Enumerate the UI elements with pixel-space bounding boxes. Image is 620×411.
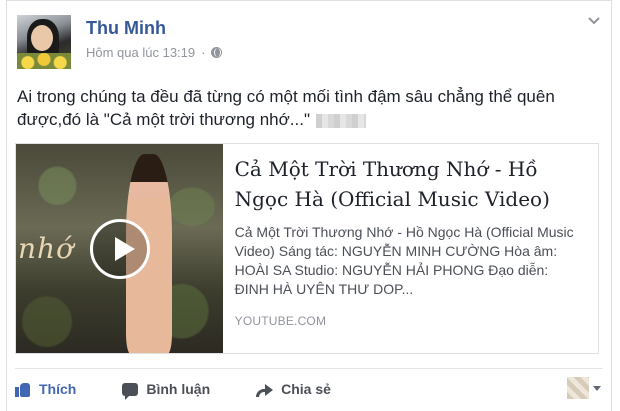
divider [15,368,603,369]
post-meta: Hôm qua lúc 13:19 · [86,45,223,60]
play-icon[interactable] [90,219,150,279]
post-card: Thu Minh Hôm qua lúc 13:19 · Ai trong ch… [6,0,612,411]
video-thumbnail[interactable]: nhớ [16,144,223,353]
like-label: Thích [39,381,77,397]
author-name[interactable]: Thu Minh [86,18,166,39]
link-domain: YOUTUBE.COM [234,314,327,328]
actor-avatar [567,377,589,399]
share-button[interactable]: Chia sẻ [256,381,331,397]
post-timestamp[interactable]: Hôm qua lúc 13:19 [86,45,195,60]
thumbnail-script-text: nhớ [18,232,74,265]
globe-icon[interactable] [211,47,223,58]
comment-button[interactable]: Bình luận [122,381,211,400]
chevron-down-icon[interactable] [587,15,601,29]
thumbs-up-icon [15,382,31,397]
like-button[interactable]: Thích [15,381,76,397]
blurred-emoji [315,113,366,128]
share-icon [256,383,274,397]
author-avatar[interactable] [17,15,71,69]
link-title[interactable]: Cả Một Trời Thương Nhớ - Hồ Ngọc Hà (Off… [235,154,586,214]
comment-label: Bình luận [146,381,211,397]
link-preview[interactable]: nhớ Cả Một Trời Thương Nhớ - Hồ Ngọc Hà … [15,143,599,354]
action-bar: Thích Bình luận Chia sẻ [15,377,601,401]
post-body: Ai trong chúng ta đều đã từng có một mối… [17,87,555,129]
link-body[interactable]: Cả Một Trời Thương Nhớ - Hồ Ngọc Hà (Off… [223,144,598,353]
caret-down-icon [593,385,601,391]
share-label: Chia sẻ [281,381,331,397]
link-description: Cả Một Trời Thương Nhớ - Hồ Ngọc Hà (Off… [234,224,574,297]
post-text: Ai trong chúng ta đều đã từng có một mối… [17,85,577,131]
comment-icon [122,382,139,400]
actor-selector[interactable] [567,377,601,399]
